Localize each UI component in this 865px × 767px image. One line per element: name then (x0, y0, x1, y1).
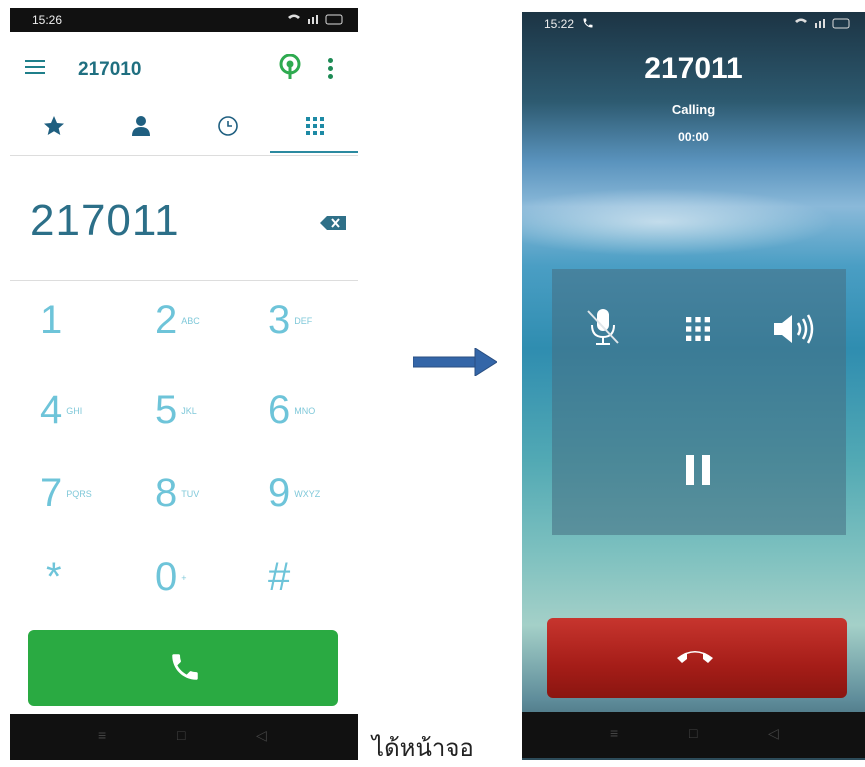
caption-text: ได้หน้าจอ (372, 735, 474, 762)
dialer-tabs (10, 104, 358, 158)
key-0[interactable]: 0 + (155, 555, 265, 635)
key-digit: 8 (155, 471, 178, 515)
tab-recents[interactable] (184, 104, 271, 158)
key-digit: # (268, 555, 291, 599)
key-hash[interactable]: # (268, 555, 358, 635)
key-digit: 4 (40, 388, 63, 432)
key-3[interactable]: 3 DEF (268, 298, 358, 378)
divider (10, 280, 358, 281)
key-digit: 7 (40, 471, 63, 515)
tab-dialpad[interactable] (271, 104, 358, 158)
home-nav-icon[interactable]: □ (689, 725, 697, 741)
call-button[interactable] (28, 630, 338, 706)
key-digit: * (46, 555, 62, 599)
home-nav-icon[interactable]: □ (177, 727, 185, 743)
key-digit: 2 (155, 298, 178, 342)
key-1[interactable]: 1 (40, 298, 150, 378)
mute-icon (587, 309, 619, 345)
divider (10, 155, 358, 156)
background-clouds (522, 182, 865, 262)
clock-icon (218, 116, 238, 136)
recents-nav-icon[interactable]: ≡ (610, 725, 618, 741)
dialer-header: 217010 (10, 32, 358, 162)
pause-icon (686, 455, 710, 485)
status-bar: 15:22 (522, 12, 865, 36)
status-time: 15:26 (32, 13, 63, 27)
key-5[interactable]: 5 JKL (155, 388, 265, 468)
mute-button[interactable] (586, 307, 620, 352)
call-indicator-icon (583, 18, 593, 28)
dialpad-icon (306, 117, 324, 135)
key-9[interactable]: 9 WXYZ (268, 471, 358, 551)
key-digit: 5 (155, 388, 178, 432)
back-nav-icon[interactable]: ◁ (768, 725, 779, 742)
status-icons (286, 13, 346, 28)
key-digit: 3 (268, 298, 291, 342)
key-letters: ABC (181, 315, 200, 326)
key-letters: WXYZ (294, 488, 321, 499)
dialpad-icon (686, 317, 710, 341)
key-digit: 0 (155, 555, 178, 599)
call-timer: 00:00 (678, 130, 709, 144)
active-tab-indicator (270, 151, 358, 153)
call-status: Calling (671, 102, 716, 117)
dialer-screen: 15:26 217010 217011 1 2 ABC 3 DEF 4 GHI … (10, 8, 358, 760)
key-star[interactable]: * (46, 555, 156, 635)
key-letters: TUV (181, 488, 200, 499)
star-icon (44, 116, 64, 135)
keypad-button[interactable] (682, 313, 714, 350)
menu-icon[interactable] (25, 60, 45, 74)
speaker-icon (774, 314, 814, 344)
key-8[interactable]: 8 TUV (155, 471, 265, 551)
phone-icon (172, 654, 198, 680)
key-letters: MNO (294, 405, 316, 416)
hang-up-icon (677, 651, 713, 663)
status-icons (793, 17, 853, 32)
key-6[interactable]: 6 MNO (268, 388, 358, 468)
hold-button[interactable] (682, 453, 714, 492)
key-7[interactable]: 7 PQRS (40, 471, 150, 551)
dialed-number: 217011 (30, 196, 180, 245)
key-letters: GHI (66, 405, 83, 416)
key-letters: PQRS (66, 488, 92, 499)
callee-number: 217011 (644, 52, 743, 85)
registration-status-icon[interactable] (278, 53, 302, 85)
status-bar: 15:26 (10, 8, 358, 32)
system-nav-bar: ≡ □ ◁ (522, 712, 865, 758)
key-2[interactable]: 2 ABC (155, 298, 265, 378)
recents-nav-icon[interactable]: ≡ (98, 727, 106, 743)
backspace-button[interactable] (320, 216, 346, 235)
status-time: 15:22 (544, 17, 575, 31)
key-letters: + (181, 572, 187, 583)
end-call-button[interactable] (547, 618, 847, 698)
more-options-icon[interactable] (328, 58, 334, 82)
speaker-button[interactable] (772, 312, 818, 351)
system-nav-bar: ≡ □ ◁ (10, 714, 358, 760)
backspace-icon (320, 216, 346, 230)
key-letters: JKL (181, 405, 197, 416)
key-digit: 9 (268, 471, 291, 515)
in-call-screen: 15:22 217011 Calling 00:00 ≡ □ ◁ (522, 12, 865, 760)
key-letters: DEF (294, 315, 313, 326)
call-controls-panel (552, 269, 846, 535)
person-icon (132, 116, 150, 136)
tab-contacts[interactable] (97, 104, 184, 158)
key-digit: 6 (268, 388, 291, 432)
back-nav-icon[interactable]: ◁ (256, 727, 267, 744)
arrow-right-icon (412, 347, 498, 381)
key-digit: 1 (40, 298, 63, 342)
key-4[interactable]: 4 GHI (40, 388, 150, 468)
account-name: 217010 (78, 59, 142, 80)
tab-favorites[interactable] (10, 104, 97, 158)
